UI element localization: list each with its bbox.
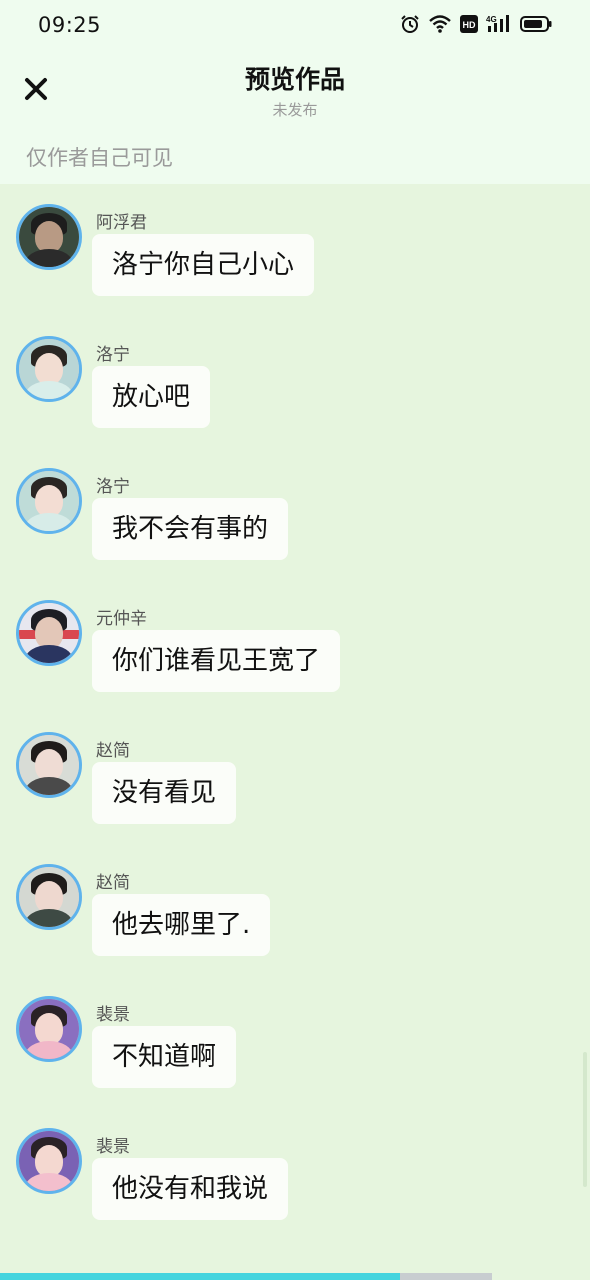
progress-bar (0, 1273, 590, 1280)
sender-name: 赵简 (96, 873, 130, 893)
top-bar: 09:25 HD 4G 预览作品 未发布 仅作者自己可见 (0, 0, 590, 184)
svg-text:4G: 4G (486, 15, 497, 24)
chat-message: 洛宁 我不会有事的 (0, 448, 590, 568)
page-title: 预览作品 (244, 65, 345, 94)
message-bubble[interactable]: 没有看见 (92, 762, 237, 824)
message-bubble[interactable]: 我不会有事的 (92, 498, 289, 560)
sender-name: 阿浮君 (96, 213, 147, 233)
avatar[interactable] (16, 204, 82, 270)
sender-name: 赵简 (96, 741, 130, 761)
avatar[interactable] (16, 732, 82, 798)
avatar[interactable] (16, 468, 82, 534)
page-subtitle: 未发布 (272, 101, 318, 119)
avatar[interactable] (16, 336, 82, 402)
status-bar: 09:25 HD 4G (0, 0, 590, 52)
avatar[interactable] (16, 996, 82, 1062)
scrollbar[interactable] (583, 1052, 587, 1187)
progress-fill (0, 1273, 400, 1280)
sender-name: 裴景 (96, 1005, 130, 1025)
svg-text:HD: HD (463, 20, 476, 30)
4g-signal-icon: 4G (486, 15, 509, 32)
avatar[interactable] (16, 1128, 82, 1194)
chat-message: 裴景 不知道啊 (0, 976, 590, 1096)
status-icons: HD 4G (400, 14, 552, 34)
chat-message: 赵简 没有看见 (0, 712, 590, 832)
chat-message: 洛宁 放心吧 (0, 316, 590, 436)
sender-name: 裴景 (96, 1137, 130, 1157)
progress-track (400, 1273, 492, 1280)
chat-message: 赵简 他去哪里了. (0, 844, 590, 964)
alarm-icon (401, 15, 419, 33)
chat-message: 元仲辛 你们谁看见王宽了 (0, 580, 590, 700)
sender-name: 洛宁 (96, 477, 130, 497)
visibility-note: 仅作者自己可见 (26, 146, 173, 170)
avatar[interactable] (16, 600, 82, 666)
avatar[interactable] (16, 864, 82, 930)
sender-name: 元仲辛 (96, 609, 147, 629)
sender-name: 洛宁 (96, 345, 130, 365)
message-bubble[interactable]: 不知道啊 (92, 1026, 237, 1088)
chat-message: 裴景 他没有和我说 (0, 1108, 590, 1228)
message-bubble[interactable]: 洛宁你自己小心 (92, 234, 315, 296)
message-bubble[interactable]: 放心吧 (92, 366, 211, 428)
chat-message: 阿浮君 洛宁你自己小心 (0, 184, 590, 304)
battery-icon (520, 16, 552, 32)
status-time: 09:25 (38, 13, 102, 37)
wifi-icon (429, 15, 451, 33)
message-bubble[interactable]: 他去哪里了. (92, 894, 271, 956)
hd-icon: HD (460, 15, 478, 33)
message-bubble[interactable]: 你们谁看见王宽了 (92, 630, 341, 692)
message-bubble[interactable]: 他没有和我说 (92, 1158, 289, 1220)
